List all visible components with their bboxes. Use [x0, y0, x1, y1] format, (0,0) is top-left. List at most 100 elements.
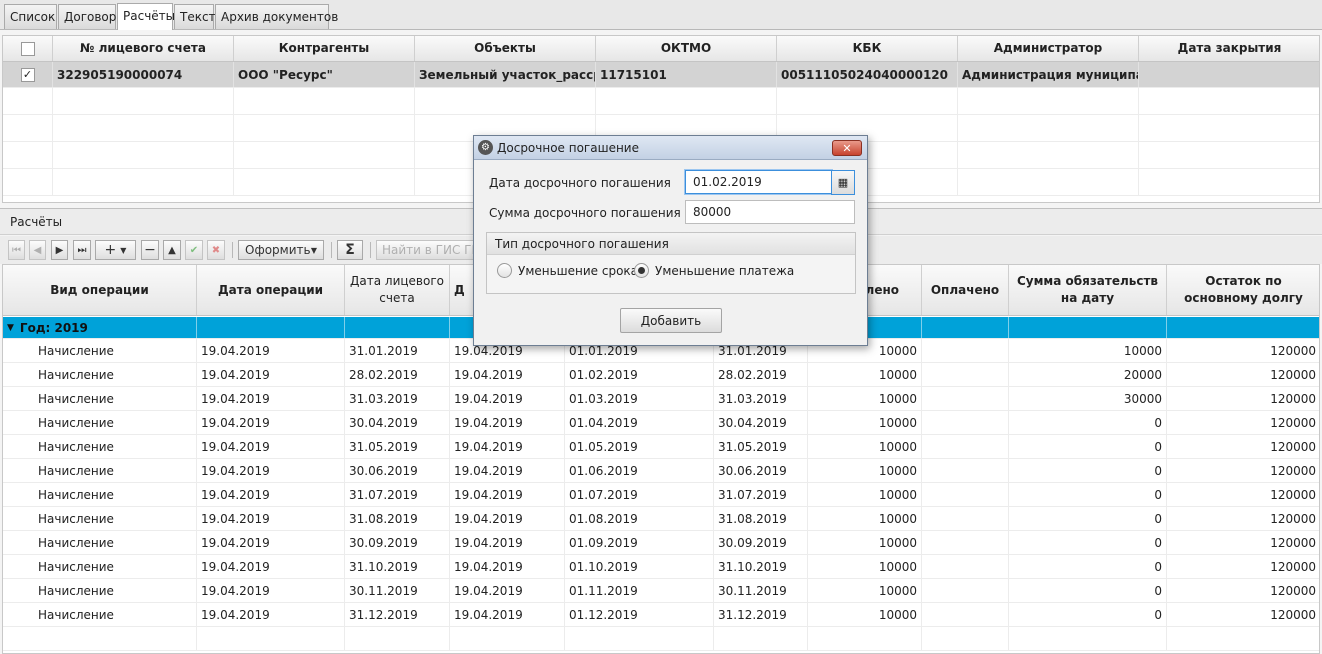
- column-header[interactable]: ОКТМО: [596, 36, 777, 61]
- add-dropdown-button[interactable]: + ▼: [95, 240, 136, 260]
- accrued-cell: 10000: [808, 387, 922, 410]
- sum-button[interactable]: Σ: [337, 240, 363, 260]
- table-row[interactable]: Начисление 19.04.2019 30.11.2019 19.04.2019…: [3, 579, 1319, 603]
- last-record-icon[interactable]: ⏭: [73, 240, 91, 260]
- oformit-dropdown-button[interactable]: Оформить ▼: [238, 240, 324, 260]
- cancel-icon[interactable]: ✖: [207, 240, 225, 260]
- account-date-cell: 31.12.2019: [345, 603, 450, 626]
- accrued-cell: 10000: [808, 435, 922, 458]
- column-header[interactable]: Дата лицевого счета: [345, 265, 450, 315]
- previous-record-icon[interactable]: ◀: [29, 240, 46, 260]
- first-record-icon[interactable]: ⏮: [8, 240, 25, 260]
- tab-list[interactable]: Список: [4, 4, 57, 29]
- principal-balance-cell: 120000: [1167, 555, 1319, 578]
- tab-text[interactable]: Текст: [174, 4, 216, 29]
- paid-cell: [922, 435, 1009, 458]
- date-field[interactable]: 01.02.2019: [685, 170, 832, 194]
- paid-cell: [922, 603, 1009, 626]
- empty-row: [3, 627, 1319, 651]
- tab-documents-archive[interactable]: Архив документов: [215, 4, 338, 29]
- paid-cell: [922, 387, 1009, 410]
- obligations-cell: 0: [1009, 459, 1167, 482]
- account-date-cell: 30.09.2019: [345, 531, 450, 554]
- collapse-triangle-icon[interactable]: ▼: [7, 323, 14, 333]
- paid-cell: [922, 411, 1009, 434]
- table-row[interactable]: Начисление 19.04.2019 30.09.2019 19.04.2019…: [3, 531, 1319, 555]
- operation-type-cell: Начисление: [3, 531, 197, 554]
- add-button[interactable]: Добавить: [620, 308, 722, 333]
- table-row[interactable]: Начисление 19.04.2019 31.08.2019 19.04.2019…: [3, 507, 1319, 531]
- table-row[interactable]: Начисление 19.04.2019 31.05.2019 19.04.2019…: [3, 435, 1319, 459]
- table-row[interactable]: Начисление 19.04.2019 31.03.2019 19.04.2019…: [3, 387, 1319, 411]
- move-up-icon[interactable]: ▲: [163, 240, 181, 260]
- oformit-label: Оформить: [245, 243, 311, 257]
- column-header[interactable]: Дата закрытия: [1139, 36, 1319, 61]
- column-header[interactable]: Остаток по основному долгу: [1167, 265, 1319, 315]
- radio-unchecked-icon: [497, 263, 512, 278]
- kbk-cell: 00511105024040000120: [777, 62, 958, 87]
- tab-label: Архив документов: [221, 10, 339, 24]
- period-start-cell: 01.09.2019: [565, 531, 714, 554]
- close-button[interactable]: ✕: [832, 140, 862, 156]
- operation-date-cell: 19.04.2019: [197, 603, 345, 626]
- operation-date-cell: 19.04.2019: [197, 339, 345, 362]
- obligations-cell: 10000: [1009, 339, 1167, 362]
- operation-date-cell: 19.04.2019: [197, 555, 345, 578]
- column-header[interactable]: Сумма обязательств на дату: [1009, 265, 1167, 315]
- column-header[interactable]: Объекты: [415, 36, 596, 61]
- tab-label: Список: [10, 10, 56, 24]
- table-row[interactable]: Начисление 19.04.2019 31.07.2019 19.04.2019…: [3, 483, 1319, 507]
- period-end-cell: 31.05.2019: [714, 435, 808, 458]
- radio-checked-icon: [634, 263, 649, 278]
- table-row[interactable]: Начисление 19.04.2019 30.06.2019 19.04.2019…: [3, 459, 1319, 483]
- operation-date-cell: 19.04.2019: [197, 483, 345, 506]
- group-label: Год: 2019: [19, 320, 88, 335]
- paid-cell: [922, 483, 1009, 506]
- find-in-gis-button[interactable]: Найти в ГИС ГМП: [376, 240, 476, 260]
- tab-label: Расчёты: [123, 9, 176, 23]
- account-date-cell: 31.08.2019: [345, 507, 450, 530]
- principal-balance-cell: 120000: [1167, 483, 1319, 506]
- row-checkbox[interactable]: ✓: [20, 67, 35, 82]
- operation-date-cell: 19.04.2019: [197, 579, 345, 602]
- column-header[interactable]: Администратор: [958, 36, 1139, 61]
- column-header[interactable]: Дата операции: [197, 265, 345, 315]
- column-header[interactable]: № лицевого счета: [53, 36, 234, 61]
- calendar-icon[interactable]: ▦: [831, 170, 855, 195]
- option-payment-radio[interactable]: Уменьшение платежа: [634, 263, 794, 278]
- table-row[interactable]: ✓ 322905190000074 ООО "Ресурс" Земельный…: [3, 62, 1319, 88]
- select-all-checkbox[interactable]: [20, 41, 35, 56]
- column-header[interactable]: Вид операции: [3, 265, 197, 315]
- column-header[interactable]: Контрагенты: [234, 36, 415, 61]
- column-header[interactable]: Оплачено: [922, 265, 1009, 315]
- table-row[interactable]: Начисление 19.04.2019 30.04.2019 19.04.2019…: [3, 411, 1319, 435]
- option-term-radio[interactable]: Уменьшение срока: [497, 263, 638, 278]
- paid-cell: [922, 579, 1009, 602]
- operation-type-cell: Начисление: [3, 363, 197, 386]
- principal-balance-cell: 120000: [1167, 435, 1319, 458]
- date-cell: 19.04.2019: [450, 507, 565, 530]
- table-row[interactable]: Начисление 19.04.2019 31.10.2019 19.04.2019…: [3, 555, 1319, 579]
- chevron-down-icon: ▼: [120, 245, 127, 255]
- toolbar-divider: [370, 242, 371, 258]
- accrued-cell: 10000: [808, 531, 922, 554]
- close-date-cell: [1139, 62, 1319, 87]
- confirm-icon[interactable]: ✔: [185, 240, 203, 260]
- dialog-title-bar[interactable]: ⚙ Досрочное погашение ✕: [474, 136, 867, 160]
- table-row[interactable]: Начисление 19.04.2019 31.12.2019 19.04.2019…: [3, 603, 1319, 627]
- operation-type-cell: Начисление: [3, 387, 197, 410]
- tab-calculations[interactable]: Расчёты: [117, 3, 176, 30]
- period-start-cell: 01.02.2019: [565, 363, 714, 386]
- period-start-cell: 01.04.2019: [565, 411, 714, 434]
- operation-date-cell: 19.04.2019: [197, 387, 345, 410]
- obligations-cell: 30000: [1009, 387, 1167, 410]
- period-end-cell: 30.04.2019: [714, 411, 808, 434]
- next-record-icon[interactable]: ▶: [51, 240, 68, 260]
- sum-field[interactable]: 80000: [685, 200, 855, 224]
- tab-contract[interactable]: Договор: [58, 4, 116, 29]
- tab-bar: Список Договор Расчёты Текст Архив докум…: [0, 0, 1322, 30]
- remove-icon[interactable]: −: [141, 240, 159, 260]
- column-header[interactable]: КБК: [777, 36, 958, 61]
- obligations-cell: 0: [1009, 579, 1167, 602]
- table-row[interactable]: Начисление 19.04.2019 28.02.2019 19.04.2019…: [3, 363, 1319, 387]
